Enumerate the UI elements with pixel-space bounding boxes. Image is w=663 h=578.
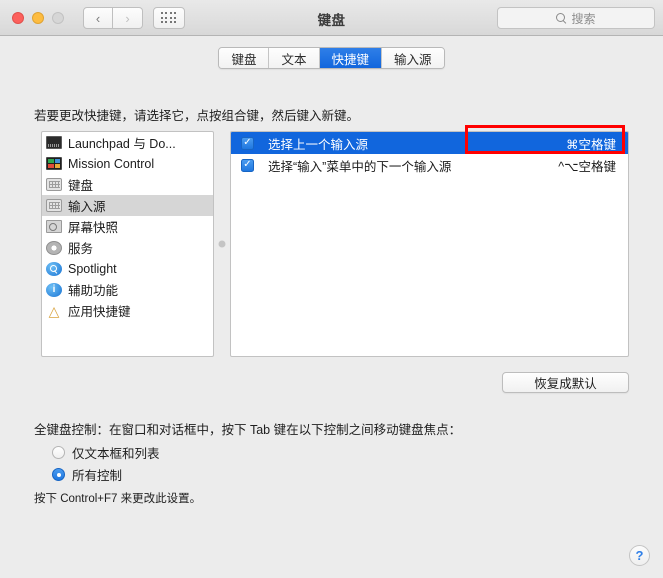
split-panes: Launchpad 与 Do... Mission Control 键盘 输入源 [41, 131, 629, 357]
category-row-keyboard[interactable]: 键盘 [42, 174, 213, 195]
pane-splitter[interactable] [214, 131, 230, 357]
category-label: 屏幕快照 [68, 221, 119, 235]
category-row-spotlight[interactable]: Spotlight [42, 258, 213, 279]
tab-text[interactable]: 文本 [269, 48, 320, 68]
splitter-handle[interactable] [218, 240, 226, 248]
category-row-accessibility[interactable]: i 辅助功能 [42, 279, 213, 300]
full-keyboard-access-note: 按下 Control+F7 来更改此设置。 [34, 493, 202, 505]
tab-text-label: 文本 [281, 52, 307, 67]
category-list[interactable]: Launchpad 与 Do... Mission Control 键盘 输入源 [41, 131, 214, 357]
launchpad-icon [46, 136, 62, 149]
tab-input-sources-label: 输入源 [394, 52, 432, 67]
gear-icon [46, 240, 62, 255]
category-label: 服务 [68, 242, 94, 256]
tab-bar: 键盘 文本 快捷键 输入源 [0, 36, 663, 80]
category-label: 应用快捷键 [68, 305, 131, 319]
content-area: 若要更改快捷键，请选择它，点按组合键，然后键入新键。 Launchpad 与 D… [0, 80, 663, 578]
radio-button[interactable] [52, 468, 65, 481]
question-mark-icon: ? [635, 548, 644, 563]
category-label: Launchpad 与 Do... [68, 137, 176, 151]
shortcut-row-select-next-input-source[interactable]: ✓ 选择“输入”菜单中的下一个输入源 ^⌥空格键 [231, 154, 628, 176]
radio-label: 所有控制 [72, 469, 123, 483]
category-row-launchpad[interactable]: Launchpad 与 Do... [42, 132, 213, 153]
search-placeholder: 搜索 [571, 11, 596, 26]
mission-control-icon [46, 157, 62, 170]
radio-button[interactable] [52, 446, 65, 459]
camera-icon [46, 220, 62, 233]
checkmark-icon: ✓ [243, 159, 252, 170]
shortcut-checkbox[interactable]: ✓ [241, 136, 254, 150]
help-button[interactable]: ? [629, 545, 650, 566]
category-row-mission-control[interactable]: Mission Control [42, 153, 213, 174]
category-row-screenshots[interactable]: 屏幕快照 [42, 216, 213, 237]
category-label: 键盘 [68, 179, 94, 193]
accessibility-icon: i [46, 282, 62, 297]
keyboard-icon [46, 178, 62, 191]
shortcut-checkbox[interactable]: ✓ [241, 158, 254, 172]
spotlight-icon [46, 261, 62, 276]
radio-all-controls[interactable]: 所有控制 [52, 465, 122, 484]
tab-shortcuts-label: 快捷键 [331, 52, 370, 67]
search-icon [556, 12, 567, 24]
restore-defaults-label: 恢复成默认 [534, 377, 597, 391]
category-label: Spotlight [68, 261, 117, 276]
shortcut-key[interactable]: ⌘空格键 [566, 134, 616, 153]
keyboard-icon [46, 199, 62, 212]
tab-keyboard[interactable]: 键盘 [219, 48, 270, 68]
shortcut-list[interactable]: ✓ 选择上一个输入源 ⌘空格键 ✓ 选择“输入”菜单中的下一个输入源 ^⌥空格键 [230, 131, 629, 357]
tab-shortcuts[interactable]: 快捷键 [319, 48, 383, 68]
category-label: Mission Control [68, 156, 155, 171]
category-row-app-shortcuts[interactable]: △ 应用快捷键 [42, 300, 213, 321]
instruction-text: 若要更改快捷键，请选择它，点按组合键，然后键入新键。 [34, 109, 360, 123]
full-keyboard-access-label: 全键盘控制：在窗口和对话框中，按下 Tab 键在以下控制之间移动键盘焦点： [34, 423, 462, 437]
checkmark-icon: ✓ [243, 137, 252, 148]
shortcut-key[interactable]: ^⌥空格键 [558, 156, 616, 175]
search-input[interactable]: 搜索 [497, 7, 655, 29]
category-row-input-sources[interactable]: 输入源 [42, 195, 213, 216]
category-label: 输入源 [68, 200, 106, 214]
shortcut-row-select-previous-input-source[interactable]: ✓ 选择上一个输入源 ⌘空格键 [231, 132, 628, 154]
category-row-services[interactable]: 服务 [42, 237, 213, 258]
category-label: 辅助功能 [68, 284, 119, 298]
shortcut-name: 选择“输入”菜单中的下一个输入源 [268, 159, 452, 174]
app-store-icon: △ [48, 302, 60, 319]
radio-text-boxes-and-lists[interactable]: 仅文本框和列表 [52, 443, 160, 462]
tab-input-sources[interactable]: 输入源 [382, 48, 444, 68]
restore-defaults-button[interactable]: 恢复成默认 [502, 372, 629, 393]
radio-label: 仅文本框和列表 [72, 447, 160, 461]
shortcut-name: 选择上一个输入源 [268, 137, 369, 152]
preferences-window: ‹ › 键盘 搜索 键盘 文本 快捷键 输入源 若要更改快捷键，请选择它，点按组… [0, 0, 663, 578]
tab-keyboard-label: 键盘 [231, 52, 257, 67]
title-bar: ‹ › 键盘 搜索 [0, 0, 663, 36]
tab-group: 键盘 文本 快捷键 输入源 [218, 47, 445, 69]
